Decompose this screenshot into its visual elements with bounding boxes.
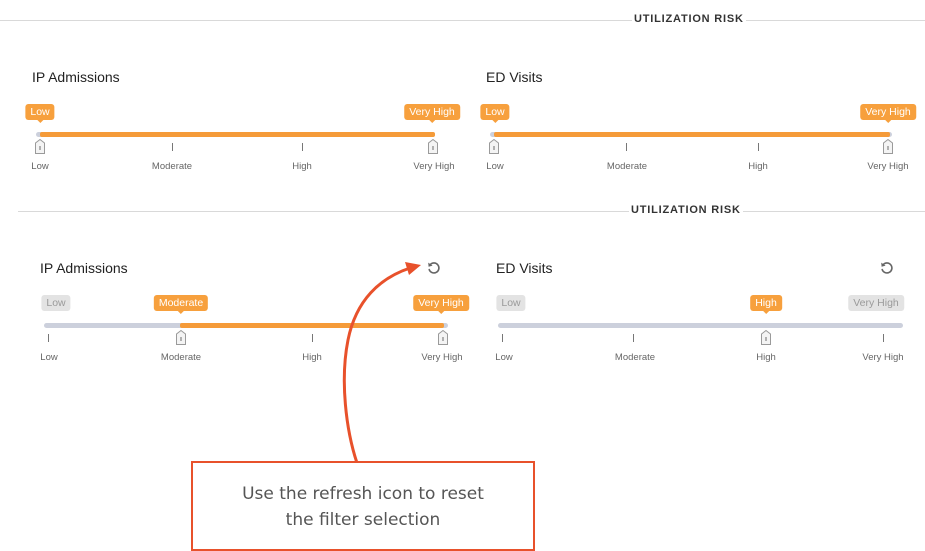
callout-line: the filter selection [285, 510, 441, 530]
annotation-arrow [342, 262, 421, 465]
callout-line: Use the refresh icon to reset [242, 484, 484, 504]
annotation-callout: Use the refresh icon to reset the filter… [191, 461, 535, 551]
callout-text: Use the refresh icon to reset the filter… [193, 481, 533, 533]
